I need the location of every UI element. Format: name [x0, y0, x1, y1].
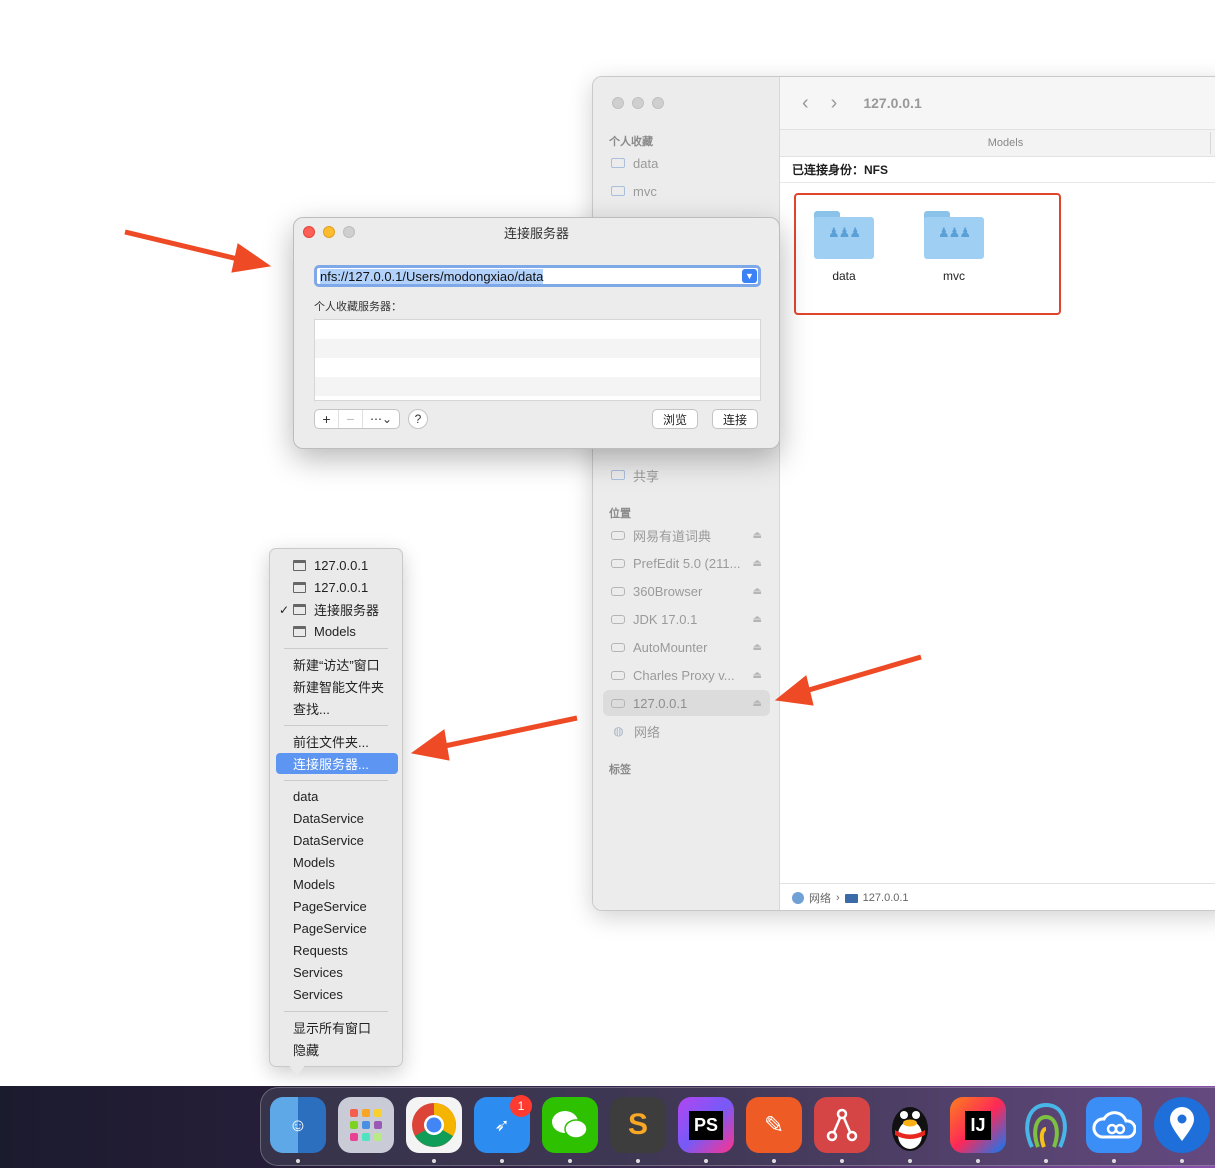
- sourcetree-icon[interactable]: [814, 1097, 870, 1153]
- running-indicator: [500, 1159, 504, 1163]
- phpstorm-label: PS: [688, 1110, 723, 1140]
- running-indicator: [296, 1159, 300, 1163]
- wechat-bubbles: [552, 1111, 588, 1139]
- running-indicator: [1180, 1159, 1184, 1163]
- location-icon[interactable]: [1154, 1097, 1210, 1153]
- screen: 个人收藏 data mvc 共享 位置 网易有道词典 ⏏ PrefEdit 5.0…: [0, 0, 1215, 1168]
- baidu-netdisk-icon[interactable]: [1086, 1097, 1142, 1153]
- arrowhead: [410, 729, 450, 761]
- annotation-arrows: [124, 229, 922, 761]
- branch-glyph: [826, 1108, 858, 1142]
- postman-icon[interactable]: ✎: [746, 1097, 802, 1153]
- navicat-logo: [1025, 1102, 1067, 1148]
- running-indicator: [1112, 1159, 1116, 1163]
- chrome-icon[interactable]: [406, 1097, 462, 1153]
- running-indicator: [568, 1159, 572, 1163]
- sublime-icon[interactable]: S: [610, 1097, 666, 1153]
- intellij-icon[interactable]: IJ: [950, 1097, 1006, 1153]
- arrow-to-dialog: [124, 229, 243, 263]
- notification-badge: 1: [510, 1095, 532, 1117]
- arrow-to-server: [801, 654, 922, 695]
- launchpad-grid: [350, 1109, 382, 1141]
- intellij-label: IJ: [965, 1110, 991, 1140]
- running-indicator: [772, 1159, 776, 1163]
- cloud-glyph: [1092, 1111, 1136, 1139]
- running-indicator: [908, 1159, 912, 1163]
- arrowhead: [774, 675, 814, 706]
- wechat-icon[interactable]: [542, 1097, 598, 1153]
- qq-penguin: [892, 1107, 928, 1151]
- launchpad-icon[interactable]: [338, 1097, 394, 1153]
- phpstorm-icon[interactable]: PS: [678, 1097, 734, 1153]
- arrow-to-menu-item: [439, 715, 578, 750]
- navicat-icon[interactable]: [1018, 1097, 1074, 1153]
- running-indicator: [1044, 1159, 1048, 1163]
- running-indicator: [636, 1159, 640, 1163]
- running-indicator: [704, 1159, 708, 1163]
- running-indicator: [840, 1159, 844, 1163]
- pin-glyph: [1170, 1107, 1194, 1141]
- running-indicator: [976, 1159, 980, 1163]
- finder-icon[interactable]: ☺: [270, 1097, 326, 1153]
- arrowhead: [231, 243, 272, 273]
- qq-icon[interactable]: [882, 1097, 938, 1153]
- running-indicator: [432, 1159, 436, 1163]
- chrome-logo: [412, 1103, 456, 1147]
